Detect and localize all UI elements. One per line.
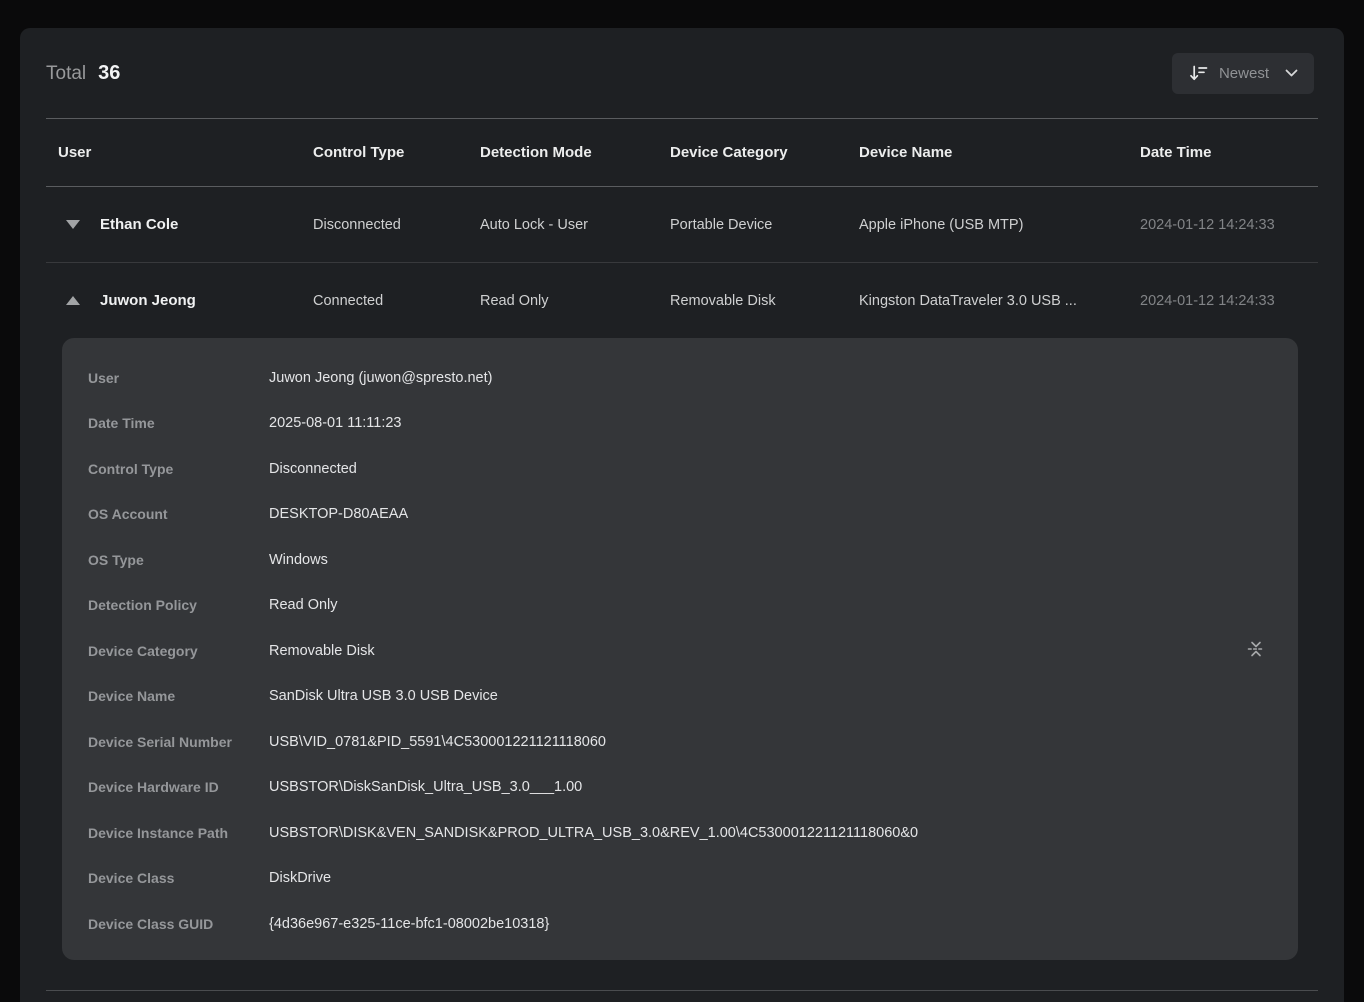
control-type-cell: Disconnected [313, 217, 480, 233]
detail-field-label: Detection Policy [88, 597, 269, 613]
detail-field-value: Windows [269, 552, 328, 568]
detail-field-value: Disconnected [269, 461, 357, 477]
date-time-cell: 2024-01-12 14:24:33 [1140, 217, 1314, 233]
sort-selected-option: Newest [1219, 65, 1269, 82]
detail-field-value: SanDisk Ultra USB 3.0 USB Device [269, 688, 498, 704]
detail-field-label: Device Instance Path [88, 825, 269, 841]
detail-field-label: Device Name [88, 688, 269, 704]
chevron-down-icon [1285, 69, 1298, 78]
detail-field-value: {4d36e967-e325-11ce-bfc1-08002be10318} [269, 916, 549, 932]
detail-field-value: USBSTOR\DiskSanDisk_Ultra_USB_3.0___1.00 [269, 779, 582, 795]
total-count: 36 [98, 62, 120, 85]
user-name: Ethan Cole [100, 216, 178, 233]
table-header-row: User Control Type Detection Mode Device … [20, 119, 1344, 186]
detail-field-label: Device Hardware ID [88, 779, 269, 795]
device-log-card: Total 36 Newest User Control Type [20, 28, 1344, 1002]
detail-field-row: Detection PolicyRead Only [62, 583, 1298, 629]
detail-fields: UserJuwon Jeong (juwon@spresto.net)Date … [62, 355, 1298, 947]
user-name: Juwon Jeong [100, 292, 196, 309]
table-row[interactable]: Juwon Jeong ConnectedRead OnlyRemovable D… [20, 263, 1344, 338]
column-header-device-name: Device Name [859, 144, 1140, 161]
detail-field-value: Read Only [269, 597, 338, 613]
detail-field-row: OS TypeWindows [62, 537, 1298, 583]
detail-field-row: Device Instance PathUSBSTOR\DISK&VEN_SAN… [62, 810, 1298, 856]
device-name-cell: Kingston DataTraveler 3.0 USB ... [859, 293, 1140, 309]
detection-mode-cell: Auto Lock - User [480, 217, 670, 233]
detail-field-row: Device Serial NumberUSB\VID_0781&PID_559… [62, 719, 1298, 765]
detail-field-row: Device ClassDiskDrive [62, 856, 1298, 902]
column-header-device-category: Device Category [670, 144, 859, 161]
detail-field-label: Device Class [88, 870, 269, 886]
detail-field-row: Device NameSanDisk Ultra USB 3.0 USB Dev… [62, 674, 1298, 720]
detail-field-label: User [88, 370, 269, 386]
detail-field-label: OS Type [88, 552, 269, 568]
table-bottom-divider [46, 990, 1318, 991]
detail-field-row: Device Class GUID{4d36e967-e325-11ce-bfc… [62, 901, 1298, 947]
detail-field-label: Device Serial Number [88, 734, 269, 750]
detection-mode-cell: Read Only [480, 293, 670, 309]
date-time-cell: 2024-01-12 14:24:33 [1140, 293, 1314, 309]
sort-descending-icon [1188, 63, 1209, 84]
detail-field-label: Device Class GUID [88, 916, 269, 932]
column-header-detection-mode: Detection Mode [480, 144, 670, 161]
total-label: Total [46, 63, 86, 85]
detail-field-label: Device Category [88, 643, 269, 659]
control-type-cell: Connected [313, 293, 480, 309]
table-row[interactable]: Ethan Cole DisconnectedAuto Lock - UserPo… [20, 187, 1344, 262]
column-header-control-type: Control Type [313, 144, 480, 161]
total-counter: Total 36 [46, 62, 120, 85]
detail-field-value: USBSTOR\DISK&VEN_SANDISK&PROD_ULTRA_USB_… [269, 825, 918, 841]
detail-field-value: USB\VID_0781&PID_5591\4C5300012211211180… [269, 734, 606, 750]
collapse-vertical-icon [1243, 636, 1269, 662]
detail-field-row: Date Time2025-08-01 11:11:23 [62, 401, 1298, 447]
detail-field-value: Removable Disk [269, 643, 375, 659]
detail-field-value: 2025-08-01 11:11:23 [269, 415, 402, 431]
detail-field-label: Date Time [88, 415, 269, 431]
detail-field-value: Juwon Jeong (juwon@spresto.net) [269, 370, 492, 386]
detail-field-row: UserJuwon Jeong (juwon@spresto.net) [62, 355, 1298, 401]
collapse-row-icon [66, 296, 80, 305]
device-name-cell: Apple iPhone (USB MTP) [859, 217, 1140, 233]
collapse-panel-button[interactable] [1242, 635, 1270, 663]
card-header: Total 36 Newest [20, 28, 1344, 118]
expand-row-icon [66, 220, 80, 229]
sort-dropdown[interactable]: Newest [1172, 53, 1314, 94]
user-cell: Ethan Cole [58, 216, 313, 233]
detail-field-label: Control Type [88, 461, 269, 477]
detail-field-row: Device Hardware IDUSBSTOR\DiskSanDisk_Ul… [62, 765, 1298, 811]
column-header-date-time: Date Time [1140, 144, 1314, 161]
detail-panel: UserJuwon Jeong (juwon@spresto.net)Date … [62, 338, 1298, 960]
detail-field-value: DiskDrive [269, 870, 331, 886]
detail-field-row: OS AccountDESKTOP-D80AEAA [62, 492, 1298, 538]
column-header-user: User [58, 144, 313, 161]
device-category-cell: Portable Device [670, 217, 859, 233]
detail-field-value: DESKTOP-D80AEAA [269, 506, 408, 522]
detail-field-row: Device CategoryRemovable Disk [62, 628, 1298, 674]
detail-field-row: Control TypeDisconnected [62, 446, 1298, 492]
table-body: Ethan Cole DisconnectedAuto Lock - UserPo… [20, 187, 1344, 338]
detail-field-label: OS Account [88, 506, 269, 522]
user-cell: Juwon Jeong [58, 292, 313, 309]
device-category-cell: Removable Disk [670, 293, 859, 309]
